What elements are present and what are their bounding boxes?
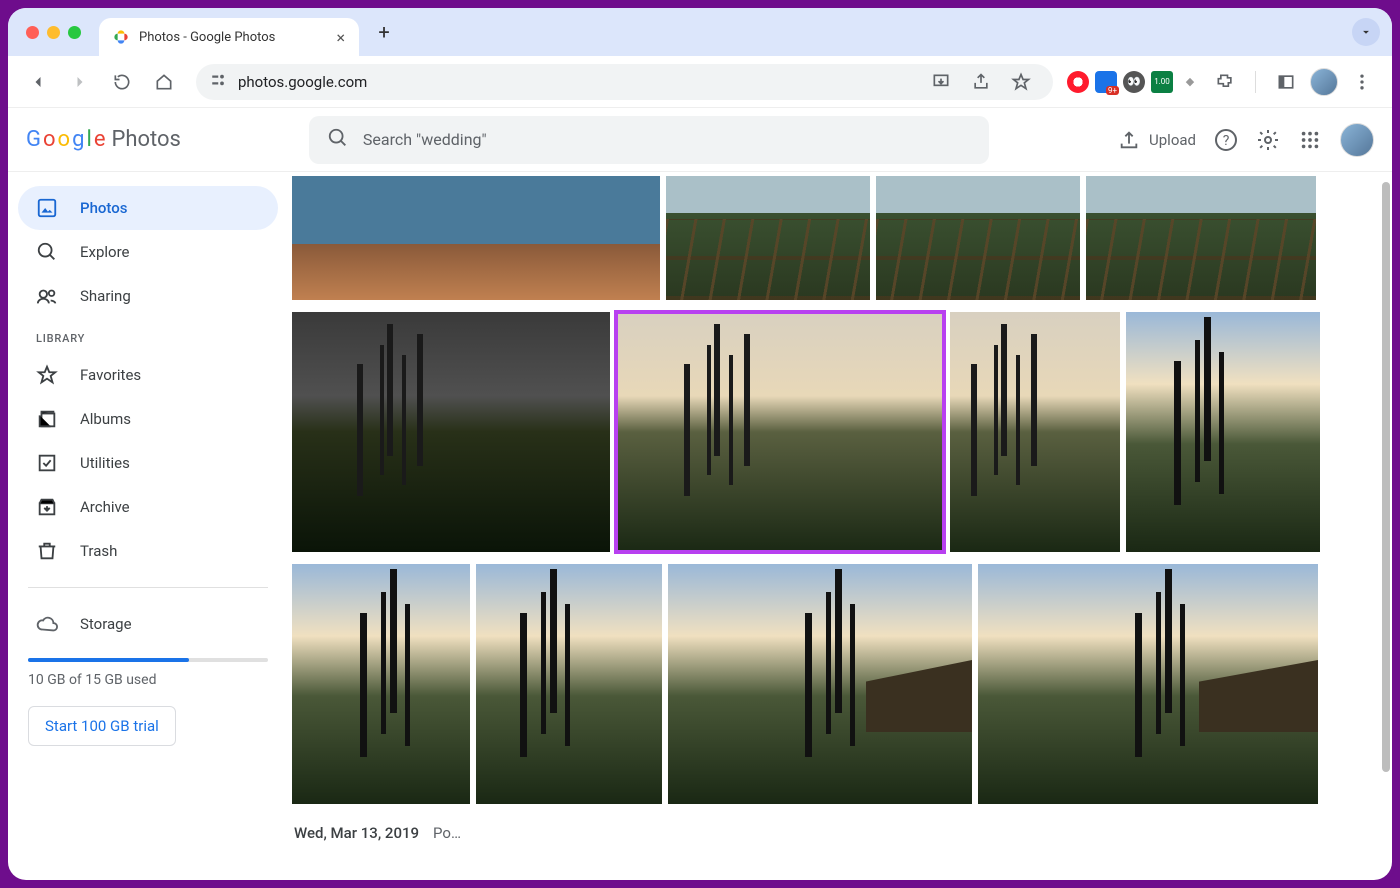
sidepanel-icon[interactable] <box>1268 64 1304 100</box>
search-input[interactable]: Search "wedding" <box>309 116 989 164</box>
url-text: photos.google.com <box>238 73 367 91</box>
app-header: Google Photos Search "wedding" Upload ? <box>8 108 1392 172</box>
albums-icon <box>36 408 58 430</box>
archive-icon <box>36 496 58 518</box>
close-window-icon[interactable] <box>26 26 39 39</box>
home-button[interactable] <box>146 64 182 100</box>
minimize-window-icon[interactable] <box>47 26 60 39</box>
date-label: Wed, Mar 13, 2019 <box>294 824 419 842</box>
favorites-icon <box>36 364 58 386</box>
toolbar-divider <box>1255 71 1256 93</box>
search-placeholder: Search "wedding" <box>363 130 487 149</box>
photo-thumbnail[interactable] <box>666 176 870 300</box>
photo-thumbnail[interactable] <box>876 176 1080 300</box>
photo-grid-area[interactable]: Wed, Mar 13, 2019 Po… <box>288 172 1392 880</box>
extension-green-icon[interactable]: 1.00 <box>1151 71 1173 93</box>
sidebar-item-sharing[interactable]: Sharing <box>18 274 278 318</box>
settings-icon[interactable] <box>1256 128 1280 152</box>
bookmark-icon[interactable] <box>1003 64 1039 100</box>
tab-title: Photos - Google Photos <box>139 30 326 45</box>
site-settings-icon[interactable] <box>210 71 228 93</box>
sidebar-item-photos[interactable]: Photos <box>18 186 278 230</box>
sidebar-item-utilities[interactable]: Utilities <box>18 441 278 485</box>
extension-eyes-icon[interactable]: 👀 <box>1123 71 1145 93</box>
extension-blue-icon[interactable]: 9+ <box>1095 71 1117 93</box>
storage-progress <box>28 658 268 662</box>
apps-grid-icon[interactable] <box>1298 128 1322 152</box>
date-header: Wed, Mar 13, 2019 Po… <box>288 810 1384 846</box>
upload-button[interactable]: Upload <box>1117 128 1196 152</box>
sidebar-item-trash[interactable]: Trash <box>18 529 278 573</box>
browser-window: Photos - Google Photos × + photos.google… <box>8 8 1392 880</box>
account-avatar[interactable] <box>1340 123 1374 157</box>
search-icon <box>327 127 349 153</box>
photo-thumbnail[interactable] <box>292 564 470 804</box>
photo-thumbnail[interactable] <box>950 312 1120 552</box>
pinwheel-icon <box>113 29 129 45</box>
photo-thumbnail[interactable] <box>668 564 972 804</box>
extensions-button[interactable] <box>1207 64 1243 100</box>
storage-text: 10 GB of 15 GB used <box>18 672 278 688</box>
browser-toolbar: photos.google.com 9+ 👀 1.00 ◆ <box>8 56 1392 108</box>
sidebar-item-storage[interactable]: Storage <box>18 602 278 646</box>
sidebar: PhotosExploreSharing LIBRARY FavoritesAl… <box>8 172 288 880</box>
photo-thumbnail[interactable] <box>978 564 1318 804</box>
share-icon[interactable] <box>963 64 999 100</box>
sidebar-section-library: LIBRARY <box>18 318 278 353</box>
trash-icon <box>36 540 58 562</box>
reload-button[interactable] <box>104 64 140 100</box>
window-controls[interactable] <box>26 26 81 39</box>
install-app-icon[interactable] <box>923 64 959 100</box>
tabs-dropdown-icon[interactable] <box>1352 18 1380 46</box>
sidebar-item-albums[interactable]: Albums <box>18 397 278 441</box>
sidebar-item-archive[interactable]: Archive <box>18 485 278 529</box>
extension-opera-icon[interactable] <box>1067 71 1089 93</box>
browser-profile-avatar[interactable] <box>1310 68 1338 96</box>
start-trial-button[interactable]: Start 100 GB trial <box>28 706 176 746</box>
utilities-icon <box>36 452 58 474</box>
photo-thumbnail[interactable] <box>1086 176 1316 300</box>
location-label: Po… <box>433 824 461 842</box>
sharing-icon <box>36 285 58 307</box>
photo-thumbnail[interactable] <box>1126 312 1320 552</box>
close-tab-icon[interactable]: × <box>336 28 345 47</box>
explore-icon <box>36 241 58 263</box>
chrome-menu-icon[interactable] <box>1344 64 1380 100</box>
photo-thumbnail[interactable] <box>292 176 660 300</box>
photo-thumbnail[interactable] <box>292 312 610 552</box>
sidebar-item-explore[interactable]: Explore <box>18 230 278 274</box>
browser-tab-strip: Photos - Google Photos × + <box>8 8 1392 56</box>
new-tab-button[interactable]: + <box>369 17 399 47</box>
photo-thumbnail[interactable] <box>476 564 662 804</box>
scrollbar[interactable] <box>1382 172 1390 880</box>
browser-tab[interactable]: Photos - Google Photos × <box>99 18 359 56</box>
back-button[interactable] <box>20 64 56 100</box>
help-icon[interactable]: ? <box>1214 128 1238 152</box>
cloud-icon <box>36 613 58 635</box>
google-photos-logo[interactable]: Google Photos <box>26 127 181 152</box>
photos-icon <box>36 197 58 219</box>
photo-thumbnail-selected[interactable] <box>616 312 944 552</box>
forward-button[interactable] <box>62 64 98 100</box>
svg-text:?: ? <box>1223 133 1230 149</box>
upload-icon <box>1117 128 1141 152</box>
sidebar-item-favorites[interactable]: Favorites <box>18 353 278 397</box>
maximize-window-icon[interactable] <box>68 26 81 39</box>
sidebar-divider <box>28 587 268 588</box>
address-bar[interactable]: photos.google.com <box>196 64 1053 100</box>
extension-gray-icon[interactable]: ◆ <box>1179 71 1201 93</box>
